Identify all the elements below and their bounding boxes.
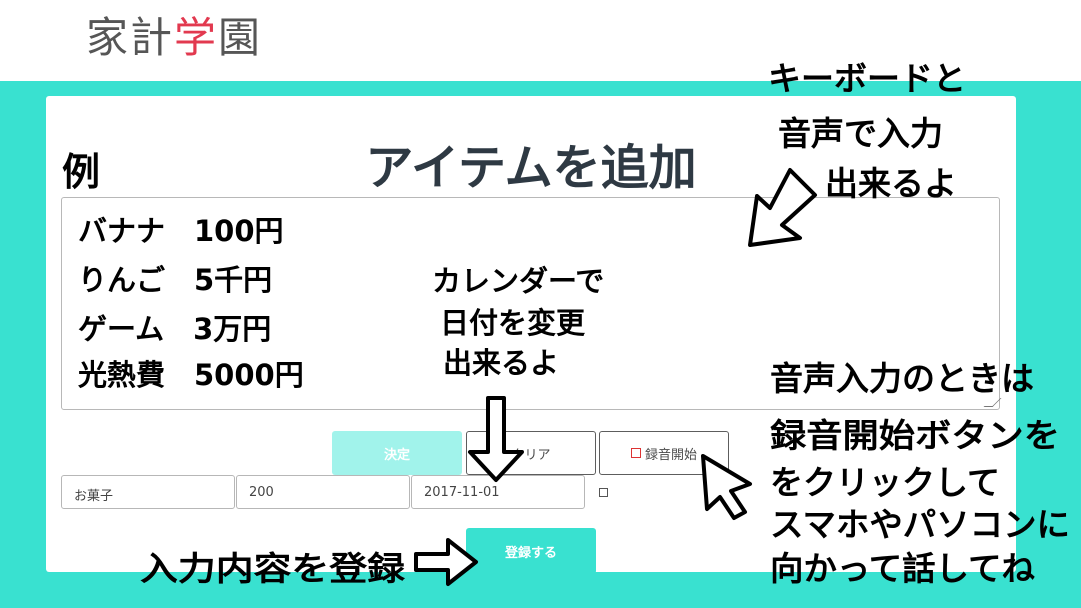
annotation-line: ゲーム 3万円: [78, 312, 271, 346]
annotation-line: キーボードと: [768, 59, 966, 98]
arrow-right-icon: [414, 538, 478, 586]
annotation-line: 出来るよ: [825, 164, 957, 203]
annotation-submit: 入力内容を登録: [140, 549, 406, 588]
arrow-down-icon: [468, 396, 524, 482]
annotation-line: バナナ 100円: [78, 214, 284, 248]
annotation-line: 録音開始ボタンを: [770, 416, 1060, 455]
annotation-line: りんご 5千円: [78, 263, 272, 297]
annotation-line: 出来るよ: [443, 346, 559, 380]
annotation-line: カレンダーで: [432, 264, 604, 298]
annotation-line: をクリックして: [770, 463, 1000, 502]
annotation-line: 光熱費 5000円: [78, 358, 304, 392]
annotation-line: スマホやパソコンに: [770, 505, 1070, 544]
annotation-line: 向かって話してね: [770, 549, 1035, 588]
annotation-line: 日付を変更: [440, 306, 586, 340]
annotation-example: 例: [62, 150, 100, 194]
handwritten-annotations: 例 バナナ 100円 りんご 5千円 ゲーム 3万円 光熱費 5000円 キーボ…: [62, 59, 1070, 588]
annotation-line: 音声で入力: [778, 114, 943, 153]
arrow-down-left-icon: [748, 168, 817, 247]
annotation-line: 音声入力のときは: [770, 359, 1034, 398]
cursor-icon: [701, 454, 752, 520]
